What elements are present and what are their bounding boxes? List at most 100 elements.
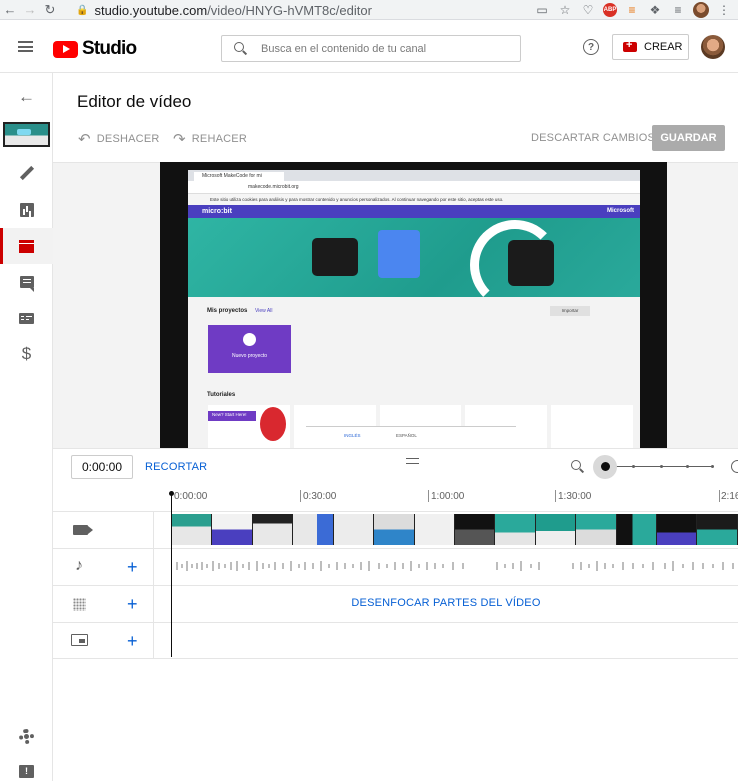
back-arrow-icon[interactable]: ← bbox=[0, 0, 20, 20]
nav-feedback[interactable]: ! bbox=[0, 765, 53, 778]
analytics-icon bbox=[19, 203, 34, 217]
logo-text: Studio bbox=[82, 38, 137, 59]
media-control-icon[interactable]: ≡ bbox=[670, 2, 686, 18]
save-button[interactable]: GUARDAR bbox=[652, 125, 725, 151]
browser-profile-avatar[interactable] bbox=[693, 2, 709, 18]
comment-icon bbox=[19, 276, 34, 292]
discard-changes-button[interactable]: DESCARTAR CAMBIOS bbox=[531, 132, 655, 144]
feedback-icon: ! bbox=[19, 765, 34, 778]
video-lang-2: ESPAÑOL bbox=[396, 433, 417, 438]
trim-button[interactable]: RECORTAR bbox=[145, 461, 207, 473]
redo-label: REHACER bbox=[191, 133, 247, 145]
nav-monetization[interactable]: $ bbox=[0, 336, 53, 372]
filmstrip-frame bbox=[535, 514, 577, 545]
filmstrip-frame bbox=[374, 514, 415, 545]
reload-icon[interactable]: ↻ bbox=[40, 0, 60, 20]
puzzle-icon[interactable]: ❖ bbox=[647, 2, 663, 18]
video-thumbnail-image bbox=[3, 121, 50, 147]
adblock-icon[interactable]: ABP bbox=[603, 3, 617, 17]
blur-track-header: + bbox=[53, 586, 154, 622]
microbit-board-image bbox=[312, 238, 358, 276]
left-nav-rail: ← $ ! bbox=[0, 73, 53, 781]
filmstrip-frame bbox=[616, 514, 658, 545]
video-player[interactable]: Microsoft MakeCode for mi makecode.micro… bbox=[160, 162, 667, 448]
ruler-label: 1:30:00 bbox=[558, 491, 592, 502]
music-note-icon: ♪ bbox=[75, 557, 83, 574]
ruler-tick bbox=[719, 490, 720, 502]
blur-parts-button[interactable]: DESENFOCAR PARTES DEL VÍDEO bbox=[154, 597, 738, 609]
undo-button[interactable]: ↶ DESHACER bbox=[78, 130, 160, 148]
nav-subtitles[interactable] bbox=[0, 300, 53, 336]
gear-icon bbox=[19, 729, 34, 744]
add-audio-icon[interactable]: + bbox=[127, 558, 138, 576]
video-my-projects-heading: Mis proyectos View All bbox=[207, 308, 272, 314]
zoom-out-icon[interactable] bbox=[571, 460, 584, 473]
video-lang-1: INGLÉS bbox=[344, 433, 361, 438]
nav-settings[interactable] bbox=[0, 729, 53, 744]
undo-label: DESHACER bbox=[96, 133, 160, 145]
studio-logo[interactable]: Studio bbox=[53, 38, 137, 60]
ruler-tick bbox=[428, 490, 429, 502]
zoom-slider-knob[interactable] bbox=[601, 462, 610, 471]
video-tab-title: Microsoft MakeCode for mi bbox=[194, 172, 284, 181]
create-label: CREAR bbox=[644, 41, 683, 53]
zoom-in-icon[interactable] bbox=[731, 460, 738, 473]
timecode-field[interactable]: 0:00:00 bbox=[71, 455, 133, 479]
nav-analytics[interactable] bbox=[0, 192, 53, 228]
video-browser-tabbar: Microsoft MakeCode for mi bbox=[188, 170, 640, 181]
end-screen-icon bbox=[71, 634, 88, 646]
zoom-step-dot bbox=[660, 465, 663, 468]
browser-menu-icon[interactable]: ⋮ bbox=[716, 2, 732, 18]
filmstrip-frame bbox=[576, 514, 617, 545]
zoom-step-dot bbox=[632, 465, 635, 468]
filmstrip-frame bbox=[697, 514, 738, 545]
address-bar[interactable]: 🔒 studio.youtube.com/video/HNYG-hVMT8c/e… bbox=[76, 0, 372, 20]
resize-handle-icon[interactable] bbox=[406, 458, 419, 464]
nav-comments[interactable] bbox=[0, 264, 53, 300]
video-thumbnail[interactable] bbox=[0, 116, 53, 152]
time-ruler[interactable]: 0:00:00 0:30:00 1:00:00 1:30:00 2:16 bbox=[154, 487, 738, 511]
nav-editor[interactable] bbox=[0, 228, 53, 264]
search-box[interactable] bbox=[221, 35, 521, 62]
video-brand: micro:bit bbox=[202, 208, 232, 215]
video-new-project-card: Nuevo proyecto bbox=[208, 325, 291, 373]
nav-details[interactable] bbox=[0, 155, 53, 191]
filmstrip-frame bbox=[454, 514, 496, 545]
pocket-icon[interactable]: ♡ bbox=[580, 2, 596, 18]
add-blur-icon[interactable]: + bbox=[127, 595, 138, 613]
back-to-content-button[interactable]: ← bbox=[0, 78, 53, 114]
filmstrip-frame bbox=[657, 514, 698, 545]
studio-header: Studio ? CREAR bbox=[0, 20, 738, 73]
video-import-button: Importar bbox=[550, 306, 590, 316]
bookmark-star-icon[interactable]: ☆ bbox=[557, 2, 573, 18]
youtube-play-icon bbox=[53, 40, 78, 58]
redo-icon: ↷ bbox=[173, 131, 186, 148]
undo-icon: ↶ bbox=[78, 131, 91, 148]
add-end-screen-icon[interactable]: + bbox=[127, 632, 138, 650]
video-vendor: Microsoft bbox=[607, 208, 634, 214]
video-site-nav: micro:bit Microsoft bbox=[188, 205, 640, 218]
arrow-left-icon: ← bbox=[18, 86, 35, 106]
ruler-label: 2:16 bbox=[721, 491, 738, 502]
video-new-start: New? Start Here! bbox=[212, 412, 247, 417]
end-screen-track-header: + bbox=[53, 623, 154, 658]
help-icon[interactable]: ? bbox=[583, 39, 599, 55]
playhead[interactable] bbox=[169, 491, 174, 657]
ruler-label: 1:00:00 bbox=[431, 491, 465, 502]
ruler-label: 0:30:00 bbox=[303, 491, 337, 502]
zoom-step-dot bbox=[686, 465, 689, 468]
video-filmstrip[interactable] bbox=[172, 514, 738, 545]
forward-arrow-icon[interactable]: → bbox=[20, 0, 40, 20]
search-input[interactable] bbox=[261, 42, 501, 55]
filmstrip-frame bbox=[333, 514, 375, 545]
cast-icon[interactable]: ▭ bbox=[534, 2, 550, 18]
extension-icon[interactable]: ≡ bbox=[624, 2, 640, 18]
redo-button[interactable]: ↷ REHACER bbox=[173, 130, 247, 148]
blur-icon bbox=[73, 598, 86, 611]
menu-icon[interactable] bbox=[18, 41, 33, 52]
subtitles-icon bbox=[19, 312, 34, 324]
account-avatar[interactable] bbox=[701, 35, 725, 59]
dollar-icon: $ bbox=[21, 344, 32, 363]
video-keyboard-bar: INGLÉS ESPAÑOL bbox=[306, 426, 516, 448]
create-button[interactable]: CREAR bbox=[612, 34, 689, 60]
